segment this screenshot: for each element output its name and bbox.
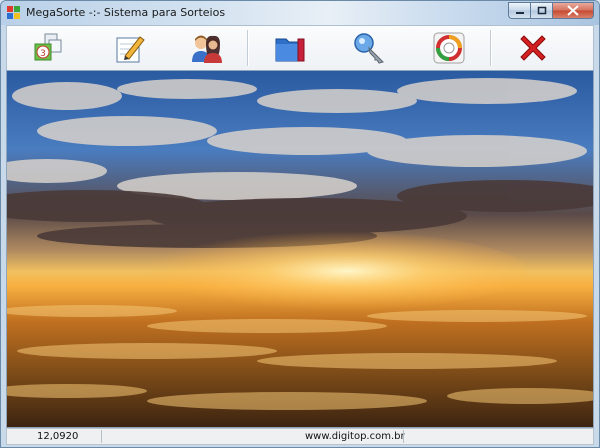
svg-text:3: 3 — [40, 49, 46, 59]
lifebuoy-icon — [433, 32, 465, 64]
lottery-numbers-button[interactable]: 3 — [29, 30, 65, 66]
app-grid-icon — [7, 6, 20, 19]
wallpaper-image — [6, 70, 594, 428]
sunset-clouds-image — [7, 71, 593, 427]
minimize-icon — [515, 11, 524, 14]
toolbar-separator — [490, 30, 492, 66]
status-divider — [101, 430, 102, 443]
app-window: MegaSorte -:- Sistema para Sorteios 3 12… — [0, 0, 600, 448]
status-website: www.digitop.com.br — [305, 431, 405, 442]
close-button[interactable] — [552, 2, 594, 19]
close-icon — [567, 5, 579, 16]
exit-button[interactable] — [515, 30, 551, 66]
status-divider — [403, 430, 404, 443]
edit-pencil-icon — [116, 36, 145, 63]
minimize-button[interactable] — [508, 2, 530, 19]
key-button[interactable] — [351, 30, 387, 66]
title-bar[interactable]: MegaSorte -:- Sistema para Sorteios — [1, 1, 599, 25]
help-button[interactable] — [431, 30, 467, 66]
users-icon — [192, 35, 222, 63]
lottery-numbers-icon: 3 — [34, 33, 62, 61]
users-button[interactable] — [189, 30, 225, 66]
folder-button[interactable] — [273, 30, 309, 66]
folder-icon — [275, 38, 305, 62]
exit-x-icon — [520, 35, 546, 61]
window-title: MegaSorte -:- Sistema para Sorteios — [26, 6, 226, 19]
maximize-icon — [537, 6, 546, 14]
status-value: 12,0920 — [37, 431, 79, 442]
caption-buttons — [508, 2, 594, 20]
key-icon — [354, 33, 384, 64]
toolbar-separator — [247, 30, 249, 66]
edit-button[interactable] — [111, 30, 147, 66]
maximize-button[interactable] — [530, 2, 552, 19]
main-toolbar: 3 — [6, 25, 594, 70]
status-bar: 12,0920 www.digitop.com.br — [6, 428, 594, 445]
